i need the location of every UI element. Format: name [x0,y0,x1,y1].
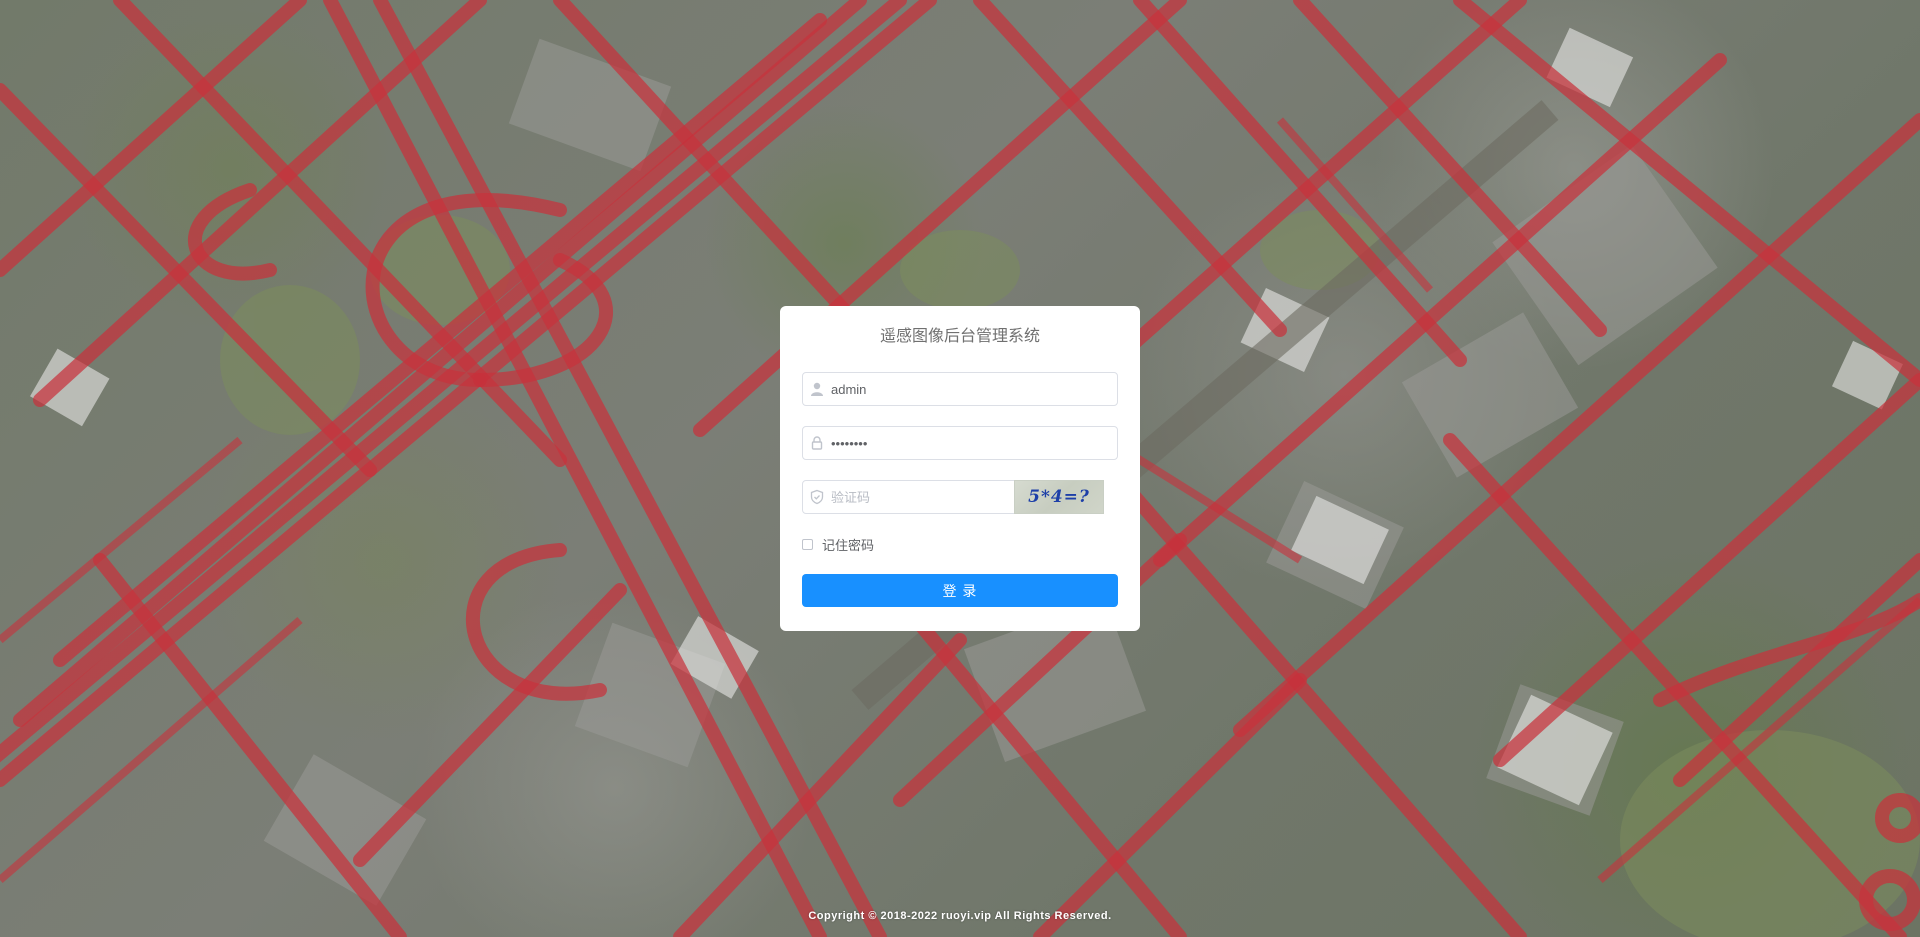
remember-label: 记住密码 [822,537,875,553]
copyright-footer: Copyright © 2018-2022 ruoyi.vip All Righ… [808,910,1112,922]
login-button[interactable]: 登 录 [802,574,1118,607]
username-input[interactable] [831,373,1111,405]
captcha-input[interactable] [831,481,1012,513]
password-input[interactable] [831,427,1111,459]
password-field[interactable] [802,426,1118,460]
lock-icon [811,436,823,450]
username-field[interactable] [802,372,1118,406]
login-title: 遥感图像后台管理系统 [879,328,1040,345]
captcha-image[interactable]: 5*4=? [1014,480,1104,514]
login-card: 遥感图像后台管理系统 5*4=? 记住密码 登 录 [780,306,1140,631]
user-icon [811,382,823,396]
remember-checkbox[interactable] [802,538,813,550]
captcha-image-text: 5*4=? [1028,487,1090,507]
remember-password[interactable]: 记住密码 [802,534,874,554]
captcha-field[interactable] [802,480,1019,514]
shield-icon [810,489,824,505]
